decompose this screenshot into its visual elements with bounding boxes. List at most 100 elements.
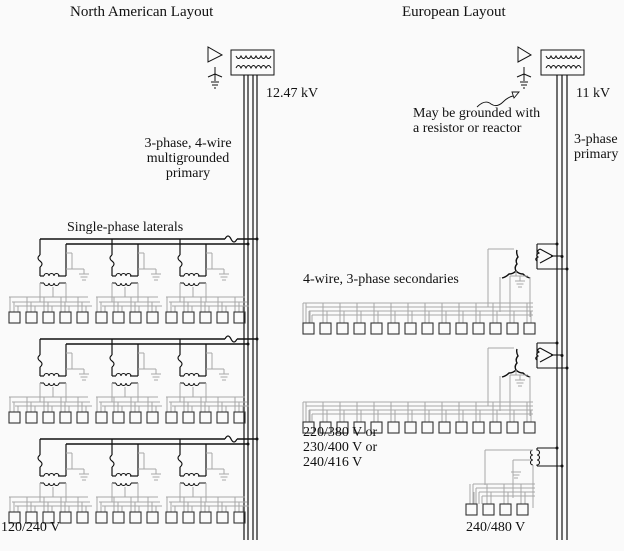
meter-icon bbox=[387, 322, 400, 335]
european-title: European Layout bbox=[402, 4, 506, 20]
na-primary-label-line: 3-phase, 4-wire bbox=[144, 136, 232, 151]
meter-icon bbox=[199, 411, 212, 424]
meter-icon bbox=[42, 311, 55, 324]
substation-transformer-icon bbox=[540, 49, 585, 76]
eu-primary-label-line: 3-phase bbox=[574, 132, 618, 147]
north-american-layout bbox=[8, 46, 275, 540]
connection-dot bbox=[560, 255, 564, 258]
ground-icon bbox=[219, 473, 229, 481]
winding bbox=[183, 482, 200, 487]
winding bbox=[183, 282, 200, 287]
arrester-icon bbox=[517, 46, 533, 63]
na-primary-label-line: primary bbox=[165, 166, 211, 181]
three-phase-secondary bbox=[302, 242, 569, 335]
meter-icon bbox=[489, 421, 502, 434]
ground-icon bbox=[79, 373, 89, 381]
substation-transformer-icon bbox=[230, 49, 275, 76]
single-phase-transformer bbox=[95, 439, 162, 524]
meter-icon bbox=[59, 411, 72, 424]
eu-secondaries-label: 4-wire, 3-phase secondaries bbox=[303, 272, 459, 287]
connection-dot bbox=[255, 337, 259, 341]
eu-source-voltage: 11 kV bbox=[576, 86, 611, 101]
connection-dot bbox=[560, 354, 564, 357]
delta-winding-icon bbox=[535, 347, 555, 363]
meter-icon bbox=[421, 322, 434, 335]
meter-icon bbox=[165, 311, 178, 324]
na-secondary-voltage: 120/240 V bbox=[1, 520, 61, 535]
primary-winding bbox=[536, 448, 541, 466]
meter-icon bbox=[199, 511, 212, 524]
ground-icon bbox=[219, 373, 229, 381]
delta-winding-icon bbox=[535, 248, 555, 264]
meter-icon bbox=[499, 503, 512, 516]
secondary-winding bbox=[529, 449, 534, 466]
eu-single-phase-voltage: 240/480 V bbox=[466, 520, 526, 535]
meter-icon bbox=[112, 411, 125, 424]
single-phase-lateral bbox=[8, 335, 259, 424]
meter-icon bbox=[165, 411, 178, 424]
meter-icon bbox=[353, 322, 366, 335]
ground-icon bbox=[515, 379, 525, 387]
crossover-icon bbox=[224, 235, 238, 243]
winding bbox=[183, 272, 200, 277]
ground-icon bbox=[79, 273, 89, 281]
fuse-icon bbox=[109, 454, 115, 468]
meter-icon bbox=[95, 511, 108, 524]
meter-icon bbox=[404, 421, 417, 434]
meter-icon bbox=[216, 311, 229, 324]
single-phase-lateral bbox=[8, 435, 259, 524]
eu-primary-label: 3-phase primary bbox=[574, 132, 618, 162]
connection-dot bbox=[560, 464, 564, 468]
meter-icon bbox=[76, 311, 89, 324]
eu-grounding-note-line: May be grounded with bbox=[413, 106, 541, 121]
eu-primary-feeder bbox=[556, 75, 568, 540]
single-phase-transformer bbox=[95, 339, 162, 424]
winding bbox=[183, 372, 200, 377]
connection-dot bbox=[246, 342, 250, 346]
fuse-icon bbox=[177, 354, 183, 368]
meter-icon bbox=[76, 411, 89, 424]
na-primary-label: 3-phase, 4-wire multigrounded primary bbox=[135, 136, 241, 181]
meter-icon bbox=[216, 511, 229, 524]
na-primary-label-line: multigrounded bbox=[146, 151, 230, 166]
meter-icon bbox=[182, 411, 195, 424]
meter-icon bbox=[482, 503, 495, 516]
winding bbox=[43, 482, 60, 487]
connection-dot bbox=[555, 446, 559, 450]
three-phase-secondary bbox=[302, 341, 569, 434]
meter-icon bbox=[404, 322, 417, 335]
fuse-icon bbox=[37, 454, 43, 468]
winding bbox=[115, 382, 132, 387]
meter-icon bbox=[336, 322, 349, 335]
meter-icon bbox=[523, 322, 536, 335]
meter-icon bbox=[387, 421, 400, 434]
meter-icon bbox=[216, 411, 229, 424]
meter-icon bbox=[438, 322, 451, 335]
meter-icon bbox=[112, 511, 125, 524]
crossover-icon bbox=[224, 335, 238, 343]
single-phase-transformer bbox=[165, 239, 249, 324]
grounding-note-arrow bbox=[476, 91, 520, 108]
connection-dot bbox=[246, 442, 250, 446]
meter-icon bbox=[506, 322, 519, 335]
meter-icon bbox=[95, 411, 108, 424]
meter-icon bbox=[129, 511, 142, 524]
winding bbox=[183, 472, 200, 477]
connection-dot bbox=[255, 437, 259, 441]
meter-icon bbox=[302, 322, 315, 335]
eu-primary-label-line: primary bbox=[574, 147, 619, 162]
winding bbox=[183, 382, 200, 387]
crossover-icon bbox=[224, 435, 238, 443]
single-phase-transformer bbox=[165, 339, 249, 424]
arrester-icon bbox=[207, 46, 224, 63]
meter-icon bbox=[76, 511, 89, 524]
ground-icon bbox=[207, 67, 223, 89]
fuse-icon bbox=[109, 354, 115, 368]
meter-icon bbox=[319, 322, 332, 335]
single-phase-secondary bbox=[465, 446, 564, 516]
north-american-title: North American Layout bbox=[70, 4, 214, 20]
meter-icon bbox=[42, 411, 55, 424]
meter-icon bbox=[455, 421, 468, 434]
meter-icon bbox=[523, 421, 536, 434]
meter-icon bbox=[472, 322, 485, 335]
